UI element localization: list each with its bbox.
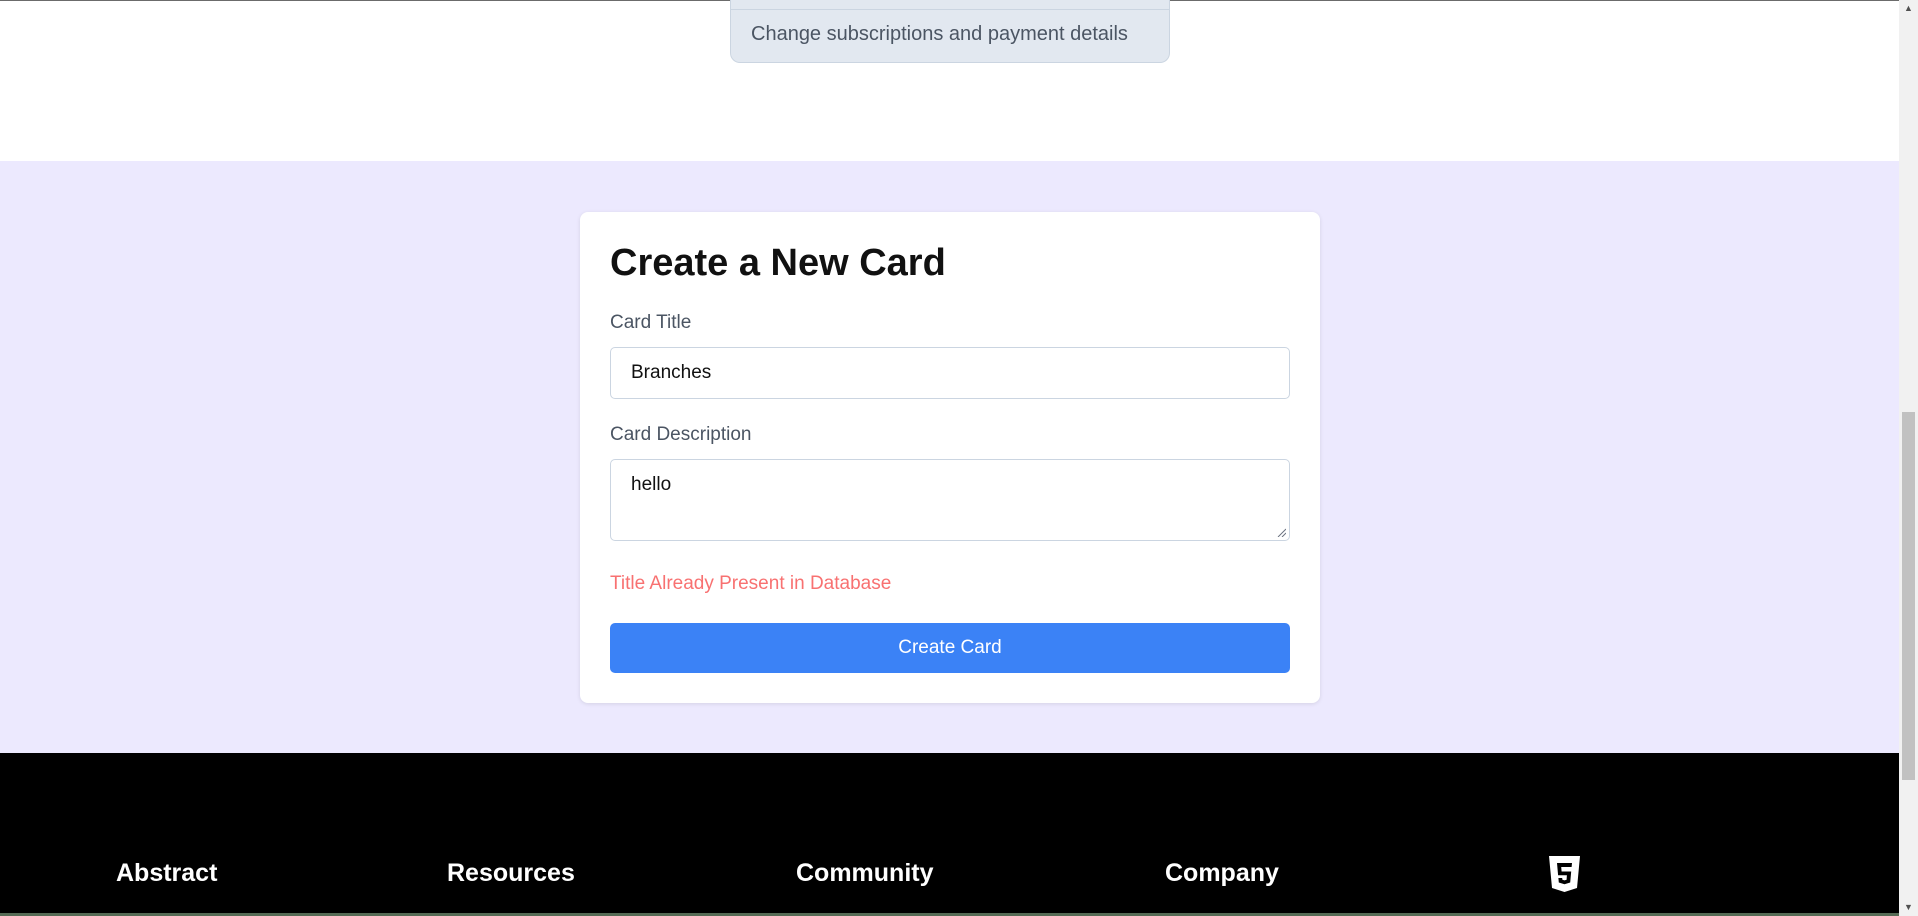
card-description-value: hello [631, 474, 672, 495]
card-divider [731, 9, 1169, 10]
card-description-textarea[interactable]: hello [610, 459, 1290, 541]
create-card-form: Create a New Card Card Title Branches Ca… [580, 212, 1320, 703]
subscription-card-text[interactable]: Change subscriptions and payment details [751, 23, 1128, 46]
top-section: Change subscriptions and payment details [0, 0, 1899, 161]
footer-heading-abstract: Abstract [116, 859, 218, 887]
resize-grip-icon[interactable] [1276, 527, 1286, 537]
page-viewport: Change subscriptions and payment details… [0, 0, 1899, 916]
footer-heading-community: Community [796, 859, 934, 887]
card-title-input[interactable]: Branches [610, 347, 1290, 399]
create-card-section: Create a New Card Card Title Branches Ca… [0, 161, 1899, 753]
footer-heading-company: Company [1165, 859, 1279, 887]
footer-heading-resources: Resources [447, 859, 575, 887]
create-card-button[interactable]: Create Card [610, 623, 1290, 673]
vertical-scrollbar[interactable]: ▲ ▼ [1899, 0, 1918, 916]
card-description-label: Card Description [610, 424, 752, 445]
html5-icon[interactable] [1548, 855, 1581, 893]
form-heading: Create a New Card [610, 242, 946, 284]
scrollbar-thumb[interactable] [1902, 412, 1915, 780]
subscription-card[interactable]: Change subscriptions and payment details [730, 0, 1170, 63]
footer: Abstract Resources Community Company [0, 753, 1899, 916]
scroll-down-icon[interactable]: ▼ [1899, 899, 1918, 916]
card-title-label: Card Title [610, 312, 692, 333]
error-message: Title Already Present in Database [610, 573, 892, 594]
scroll-up-icon[interactable]: ▲ [1899, 0, 1918, 17]
